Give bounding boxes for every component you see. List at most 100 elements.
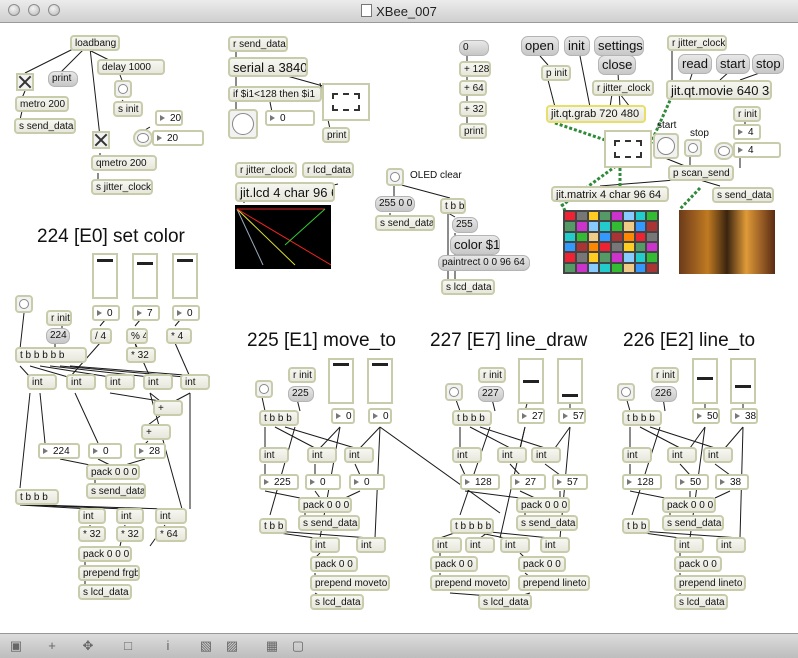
int-object-16[interactable]: int xyxy=(531,447,561,463)
pack000a-object[interactable]: pack 0 0 0 xyxy=(86,464,140,480)
pack000-draw-object[interactable]: pack 0 0 0 xyxy=(516,497,570,513)
pack000b-object[interactable]: pack 0 0 0 xyxy=(78,546,132,562)
s-send-data-object-7[interactable]: s send_data xyxy=(662,515,724,531)
number-draw-x[interactable]: 27 xyxy=(517,408,545,424)
s-send-data-object-4[interactable]: s send_data xyxy=(86,483,146,499)
loadbang-object[interactable]: loadbang xyxy=(70,35,120,51)
mod4-object[interactable]: % 4 xyxy=(126,328,148,344)
align-icon[interactable]: ▨ xyxy=(224,638,240,654)
tbbbb-object-1[interactable]: t b b b xyxy=(259,410,299,426)
plus64-object[interactable]: + 64 xyxy=(459,80,487,96)
p-init-object[interactable]: p init xyxy=(541,65,571,81)
int-object-10[interactable]: int xyxy=(307,447,337,463)
pack00-move-object[interactable]: pack 0 0 xyxy=(310,556,358,572)
s-lcd-data-object-3[interactable]: s lcd_data xyxy=(478,594,532,610)
prepend-lineto-object[interactable]: prepend lineto xyxy=(518,575,590,591)
r-init-1-object[interactable]: r init xyxy=(46,310,72,326)
slider-line-y[interactable] xyxy=(730,358,756,404)
number-move-x[interactable]: 0 xyxy=(331,408,355,424)
snap-icon[interactable]: ▧ xyxy=(198,638,214,654)
int-object-9[interactable]: int xyxy=(259,447,289,463)
int-object-11[interactable]: int xyxy=(344,447,374,463)
pack000-move-object[interactable]: pack 0 0 0 xyxy=(298,497,352,513)
int-object-22[interactable]: int xyxy=(667,447,697,463)
number-draw-y[interactable]: 57 xyxy=(558,408,586,424)
div4-object[interactable]: / 4 xyxy=(90,328,112,344)
int-object-6[interactable]: int xyxy=(78,508,106,524)
int-object-18[interactable]: int xyxy=(465,537,495,553)
move-icon[interactable]: ✥ xyxy=(80,638,96,654)
int-object-2[interactable]: int xyxy=(66,374,96,390)
bang-serial[interactable] xyxy=(228,109,258,139)
pack00-line-object[interactable]: pack 0 0 xyxy=(674,556,722,572)
msg-0[interactable]: 0 xyxy=(459,40,489,56)
prepend-lineto-object-2[interactable]: prepend lineto xyxy=(674,575,746,591)
number-line-x[interactable]: 50 xyxy=(692,408,720,424)
patcher-canvas[interactable]: 224 [E0] set color 225 [E1] move_to 227 … xyxy=(0,23,798,633)
number-move-yo[interactable]: 0 xyxy=(349,474,385,490)
mul64-object[interactable]: * 64 xyxy=(155,526,187,542)
int-object-19[interactable]: int xyxy=(500,537,530,553)
number-green[interactable]: 7 xyxy=(132,305,160,321)
tbb-object-3[interactable]: t b b xyxy=(622,518,650,534)
number-move-cmd[interactable]: 225 xyxy=(259,474,299,490)
int-object-21[interactable]: int xyxy=(622,447,652,463)
plus128-object[interactable]: + 128 xyxy=(459,61,491,77)
number-28[interactable]: 28 xyxy=(134,443,166,459)
print3-object[interactable]: print xyxy=(459,123,487,139)
tbb-object-2[interactable]: t b b xyxy=(259,518,287,534)
slider-red[interactable] xyxy=(92,253,118,299)
serial-patcher-window[interactable] xyxy=(322,83,370,121)
int-object-23[interactable]: int xyxy=(703,447,733,463)
print-message[interactable]: print xyxy=(48,71,78,87)
number-line-xo[interactable]: 50 xyxy=(675,474,709,490)
print2-object[interactable]: print xyxy=(322,127,350,143)
number-20b[interactable]: 20 xyxy=(152,130,204,146)
plus32-object[interactable]: + 32 xyxy=(459,101,487,117)
metro-object[interactable]: metro 200 xyxy=(15,96,69,112)
bang-set-color[interactable] xyxy=(15,295,33,313)
open-message[interactable]: open xyxy=(521,36,559,56)
bang-init[interactable] xyxy=(114,80,132,98)
msg-224[interactable]: 224 xyxy=(46,328,70,344)
serial-object[interactable]: serial a 38400 xyxy=(228,57,308,77)
r-init-3-object[interactable]: r init xyxy=(478,367,506,383)
s-send-data-object[interactable]: s send_data xyxy=(14,118,76,134)
number-4b[interactable]: 4 xyxy=(733,142,781,158)
s-send-data-object-6[interactable]: s send_data xyxy=(516,515,578,531)
lock-icon[interactable]: ▣ xyxy=(8,638,24,654)
s-lcd-data-object-4[interactable]: s lcd_data xyxy=(674,594,728,610)
stepper-icon[interactable] xyxy=(133,129,153,147)
int-object-3[interactable]: int xyxy=(105,374,135,390)
tbbbbbb-object[interactable]: t b b b b b xyxy=(15,347,87,363)
tbbbbb-object[interactable]: t b b b b xyxy=(450,518,494,534)
s-lcd-data-object-1[interactable]: s lcd_data xyxy=(78,584,132,600)
int-object-4[interactable]: int xyxy=(143,374,173,390)
zoom-icon[interactable]: ▢ xyxy=(290,638,306,654)
plus-a-object[interactable]: + xyxy=(153,400,183,416)
int-object-20[interactable]: int xyxy=(540,537,570,553)
jit-qt-movie-object[interactable]: jit.qt.movie 640 380 xyxy=(666,80,772,100)
r-jitter-clock-object-3[interactable]: r jitter_clock xyxy=(667,35,727,51)
start-message[interactable]: start xyxy=(716,54,750,74)
number-0b[interactable]: 0 xyxy=(88,443,122,459)
jit-lcd-object[interactable]: jit.lcd 4 char 96 64 xyxy=(235,182,335,202)
msg-226[interactable]: 226 xyxy=(651,386,677,402)
number-line-yo[interactable]: 38 xyxy=(715,474,749,490)
int-object-13[interactable]: int xyxy=(356,537,386,553)
mul32a-object[interactable]: * 32 xyxy=(126,347,156,363)
if-expression-object[interactable]: if $i1<128 then $i1 xyxy=(228,86,322,102)
bang-oled-clear[interactable] xyxy=(386,168,404,186)
number-0a[interactable]: 0 xyxy=(265,110,315,126)
int-object-24[interactable]: int xyxy=(674,537,704,553)
settings-message[interactable]: settings xyxy=(594,36,644,56)
prepend-moveto-object-2[interactable]: prepend moveto xyxy=(430,575,510,591)
number-blue[interactable]: 0 xyxy=(172,305,200,321)
int-object-5[interactable]: int xyxy=(180,374,210,390)
grid-icon[interactable]: ▦ xyxy=(264,638,280,654)
stop-message[interactable]: stop xyxy=(752,54,784,74)
number-move-y[interactable]: 0 xyxy=(368,408,392,424)
bang-move-to[interactable] xyxy=(255,380,273,398)
msg-227[interactable]: 227 xyxy=(478,386,504,402)
plus-b-object[interactable]: + xyxy=(141,424,171,440)
